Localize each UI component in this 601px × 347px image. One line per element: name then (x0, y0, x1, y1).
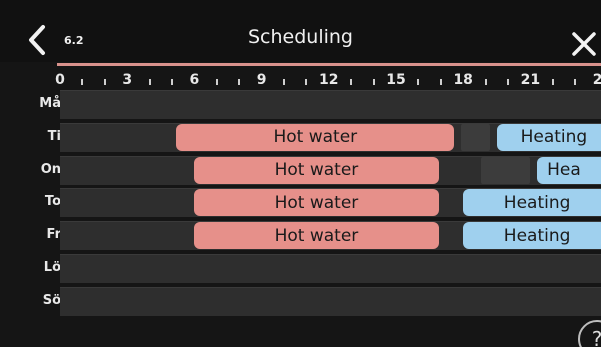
day-row-on[interactable]: Hot water Hea (60, 155, 601, 185)
hour-tick-2 (103, 79, 106, 85)
day-label-fr: Fr (46, 227, 61, 243)
hour-label-9: 9 (256, 72, 267, 88)
hour-tick-13 (350, 79, 353, 85)
day-label-lo: Lö (43, 260, 61, 275)
hour-tick-22 (551, 79, 554, 85)
inactive-block-on[interactable] (481, 156, 531, 184)
day-row-fr[interactable]: Hot water Heating (60, 221, 601, 251)
block-label: Heating (520, 127, 588, 148)
block-label: Hea (547, 160, 581, 181)
hour-label-21: 21 (520, 72, 541, 88)
close-icon (572, 32, 596, 56)
day-row-mo[interactable] (60, 90, 601, 119)
hour-tick-17 (439, 79, 442, 85)
heating-block-on[interactable]: Hea (537, 156, 601, 184)
block-label: Hot water (274, 192, 359, 213)
heating-block-to[interactable]: Heating (463, 189, 601, 217)
day-row-ti[interactable]: Hot water Heating (60, 122, 601, 152)
hour-label-0: 0 (55, 72, 65, 88)
day-row-so[interactable] (60, 286, 601, 316)
day-row-to[interactable]: Hot water Heating (60, 188, 601, 218)
heating-block-ti[interactable]: Heating (496, 123, 601, 151)
hot-water-block-fr[interactable]: Hot water (194, 222, 439, 250)
day-label-to: To (44, 194, 61, 210)
hour-label-15: 15 (386, 72, 406, 88)
hot-water-block-to[interactable]: Hot water (194, 189, 439, 217)
page-title: Scheduling (247, 26, 353, 48)
scheduling-screen: 6.2 Scheduling 0 3 6 9 12 15 18 21 2 Må Ti Hot wat… (0, 0, 601, 347)
hour-tick-14 (372, 79, 375, 85)
hour-tick-20 (507, 79, 509, 85)
hour-tick-11 (305, 79, 308, 85)
hour-label-6: 6 (189, 72, 200, 88)
hour-label-12: 12 (319, 72, 339, 88)
day-label-mo: Må (39, 96, 61, 111)
hot-water-block-on[interactable]: Hot water (194, 156, 439, 184)
close-button[interactable] (571, 31, 597, 57)
hour-label-24: 2 (592, 72, 601, 88)
help-button[interactable]: ? (578, 320, 601, 347)
inactive-block-ti[interactable] (460, 123, 491, 151)
block-label: Hot water (274, 225, 359, 246)
hour-tick-7 (215, 79, 218, 85)
help-icon: ? (592, 327, 601, 347)
block-label: Hot water (273, 127, 358, 148)
hour-tick-23 (574, 79, 577, 85)
day-label-ti: Ti (47, 128, 61, 144)
day-label-on: On (40, 161, 61, 177)
header: 6.2 Scheduling (0, 0, 601, 62)
hot-water-block-ti[interactable]: Hot water (176, 123, 455, 151)
day-row-lo[interactable] (60, 254, 601, 283)
block-label: Hot water (274, 160, 359, 181)
hour-tick-8 (238, 79, 241, 85)
block-label: Heating (503, 192, 571, 213)
hour-label-18: 18 (453, 72, 473, 88)
hour-tick-19 (484, 79, 487, 85)
hour-scale: 0 3 6 9 12 15 18 21 2 (0, 66, 601, 90)
heating-block-fr[interactable]: Heating (463, 222, 601, 250)
hour-tick-5 (171, 79, 173, 85)
hour-tick-4 (148, 79, 151, 85)
hour-tick-10 (283, 79, 285, 85)
day-label-so: Sö (42, 292, 61, 308)
block-label: Heating (503, 225, 571, 246)
hour-label-3: 3 (122, 72, 133, 88)
hour-tick-1 (81, 79, 84, 85)
hour-tick-16 (417, 79, 420, 85)
